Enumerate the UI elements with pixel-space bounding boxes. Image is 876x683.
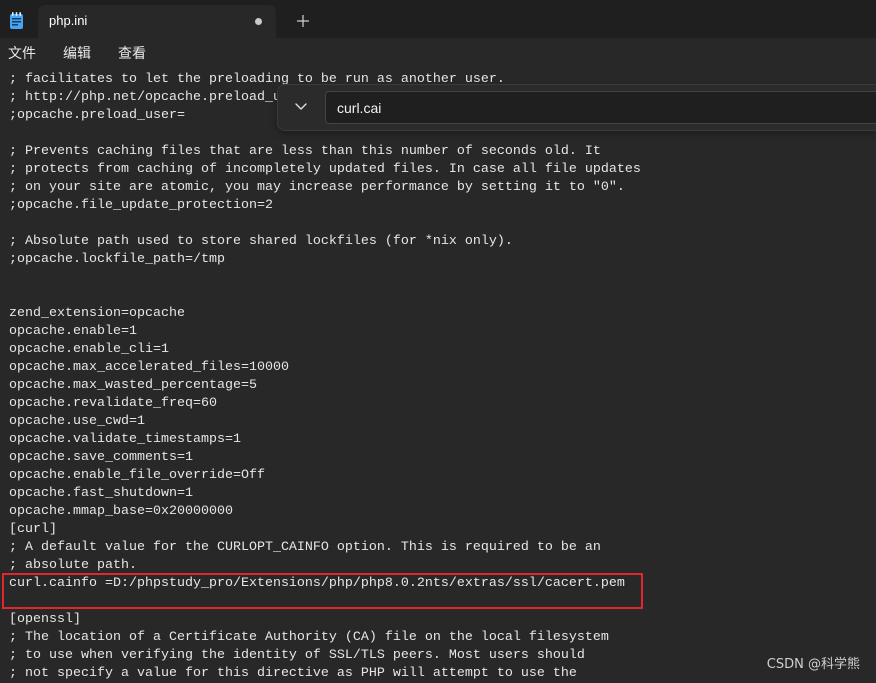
- editor-line[interactable]: ; protects from caching of incompletely …: [9, 161, 641, 179]
- editor-line[interactable]: opcache.revalidate_freq=60: [9, 395, 641, 413]
- menu-edit[interactable]: 编辑: [63, 38, 91, 70]
- editor-line[interactable]: opcache.max_wasted_percentage=5: [9, 377, 641, 395]
- editor-line[interactable]: [9, 215, 641, 233]
- editor-line[interactable]: opcache.enable_cli=1: [9, 341, 641, 359]
- editor-line[interactable]: ; not specify a value for this directive…: [9, 665, 641, 683]
- find-input[interactable]: [325, 91, 876, 124]
- editor-line[interactable]: opcache.enable_file_override=Off: [9, 467, 641, 485]
- editor-line[interactable]: ;opcache.file_update_protection=2: [9, 197, 641, 215]
- editor-line[interactable]: opcache.validate_timestamps=1: [9, 431, 641, 449]
- editor-line[interactable]: opcache.enable=1: [9, 323, 641, 341]
- editor-line[interactable]: opcache.fast_shutdown=1: [9, 485, 641, 503]
- editor-line[interactable]: opcache.max_accelerated_files=10000: [9, 359, 641, 377]
- tab-php-ini[interactable]: php.ini: [38, 5, 276, 38]
- editor-line[interactable]: [9, 269, 641, 287]
- chevron-down-icon[interactable]: [293, 98, 309, 114]
- notepad-window: php.ini 文件 编辑 查看 ; facilitates to let th…: [0, 0, 876, 683]
- find-panel: [277, 84, 876, 131]
- editor-line[interactable]: [9, 287, 641, 305]
- editor-line[interactable]: ; to use when verifying the identity of …: [9, 647, 641, 665]
- editor-line[interactable]: ; on your site are atomic, you may incre…: [9, 179, 641, 197]
- editor-line[interactable]: curl.cainfo =D:/phpstudy_pro/Extensions/…: [9, 575, 641, 593]
- watermark: CSDN @科学熊: [766, 657, 860, 672]
- editor-line[interactable]: opcache.save_comments=1: [9, 449, 641, 467]
- editor-text-area[interactable]: ; facilitates to let the preloading to b…: [0, 70, 876, 683]
- editor-line[interactable]: ;opcache.lockfile_path=/tmp: [9, 251, 641, 269]
- menu-file[interactable]: 文件: [8, 38, 36, 70]
- notepad-icon: [9, 11, 24, 30]
- editor-line[interactable]: opcache.use_cwd=1: [9, 413, 641, 431]
- plus-icon[interactable]: [296, 14, 310, 28]
- editor-line[interactable]: ; A default value for the CURLOPT_CAINFO…: [9, 539, 641, 557]
- editor-line[interactable]: ; Absolute path used to store shared loc…: [9, 233, 641, 251]
- editor-line[interactable]: opcache.mmap_base=0x20000000: [9, 503, 641, 521]
- editor-line[interactable]: ; absolute path.: [9, 557, 641, 575]
- editor-lines[interactable]: ; facilitates to let the preloading to b…: [9, 71, 641, 683]
- editor-line[interactable]: ; Prevents caching files that are less t…: [9, 143, 641, 161]
- editor-line[interactable]: ; The location of a Certificate Authorit…: [9, 629, 641, 647]
- tab-title: php.ini: [49, 13, 88, 28]
- editor-line[interactable]: [curl]: [9, 521, 641, 539]
- menu-bar: 文件 编辑 查看: [0, 38, 876, 70]
- tab-bar: php.ini: [0, 0, 876, 38]
- unsaved-dot-icon[interactable]: [255, 18, 262, 25]
- editor-line[interactable]: [9, 593, 641, 611]
- editor-line[interactable]: zend_extension=opcache: [9, 305, 641, 323]
- editor-line[interactable]: [openssl]: [9, 611, 641, 629]
- menu-view[interactable]: 查看: [118, 38, 146, 70]
